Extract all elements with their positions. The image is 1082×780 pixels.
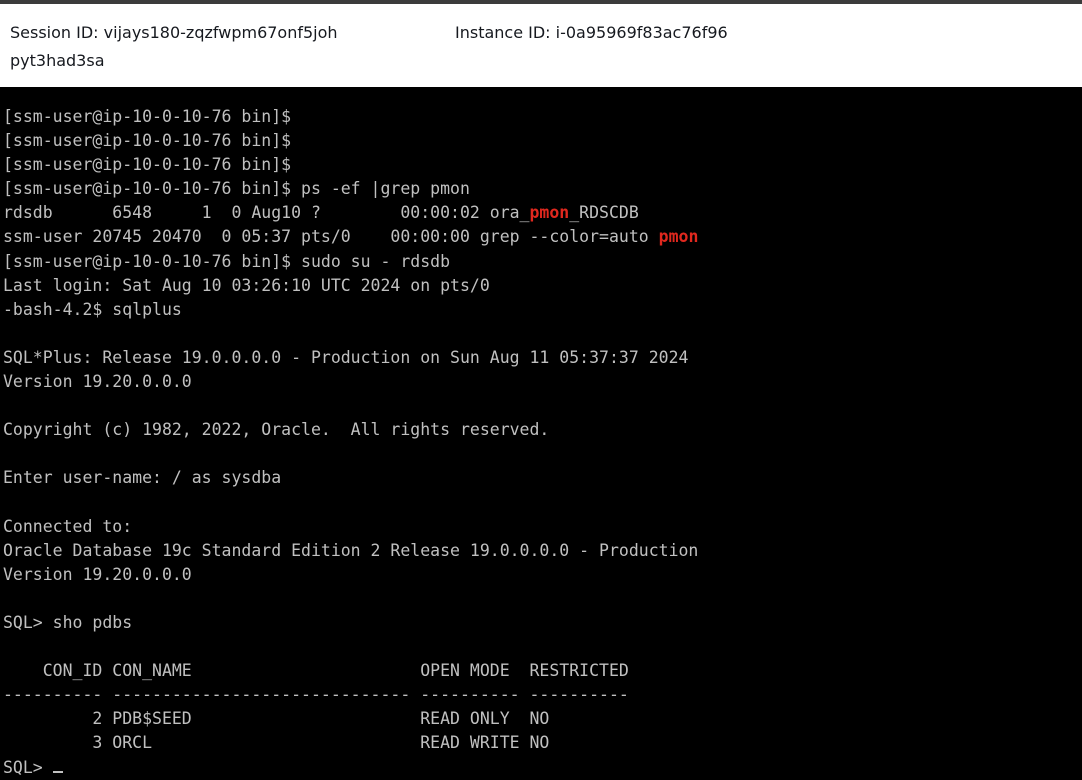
terminal-line: ssm-user 20745 20470 0 05:37 pts/0 00:00… xyxy=(3,227,699,247)
terminal-window[interactable]: [ssm-user@ip-10-0-10-76 bin]$ [ssm-user@i… xyxy=(0,87,1082,780)
terminal-line: SQL> sho pdbs xyxy=(3,612,133,632)
terminal-cursor xyxy=(52,770,63,773)
terminal-line: 2 PDB$SEED READ ONLY NO xyxy=(3,709,550,729)
session-id-label: Session ID: vijays180-zqzfwpm67onf5johpy… xyxy=(10,23,338,70)
terminal-line: [ssm-user@ip-10-0-10-76 bin]$ sudo su - … xyxy=(3,251,451,271)
session-header: Session ID: vijays180-zqzfwpm67onf5johpy… xyxy=(0,0,1082,87)
terminal-line: [ssm-user@ip-10-0-10-76 bin]$ xyxy=(3,131,292,151)
terminal-line: Connected to: xyxy=(3,516,133,536)
terminal-line: ---------- -----------------------------… xyxy=(3,685,629,705)
terminal-line: Oracle Database 19c Standard Edition 2 R… xyxy=(3,540,699,560)
grep-match-highlight: pmon xyxy=(658,227,699,247)
instance-id-label: Instance ID: i-0a95969f83ac76f96 xyxy=(455,23,728,42)
terminal-line: -bash-4.2$ sqlplus xyxy=(3,299,182,319)
terminal-line: Copyright (c) 1982, 2022, Oracle. All ri… xyxy=(3,420,550,440)
terminal-line: Version 19.20.0.0.0 xyxy=(3,372,192,392)
terminal-line: CON_ID CON_NAME OPEN MODE RESTRICTED xyxy=(3,661,629,681)
terminal-line: Last login: Sat Aug 10 03:26:10 UTC 2024… xyxy=(3,275,490,295)
terminal-line: Enter user-name: / as sysdba xyxy=(3,468,282,488)
terminal-line: [ssm-user@ip-10-0-10-76 bin]$ ps -ef |gr… xyxy=(3,179,470,199)
grep-match-highlight: pmon xyxy=(529,203,570,223)
terminal-line: [ssm-user@ip-10-0-10-76 bin]$ xyxy=(3,107,292,126)
terminal-line: Version 19.20.0.0.0 xyxy=(3,564,192,584)
terminal-line: SQL> xyxy=(3,756,698,780)
terminal-line: rdsdb 6548 1 0 Aug10 ? 00:00:02 ora_pmon… xyxy=(3,203,639,223)
terminal-line: SQL*Plus: Release 19.0.0.0.0 - Productio… xyxy=(3,347,689,367)
terminal-output: [ssm-user@ip-10-0-10-76 bin]$ [ssm-user@i… xyxy=(3,105,698,780)
terminal-line: 3 ORCL READ WRITE NO xyxy=(3,733,550,753)
terminal-line: [ssm-user@ip-10-0-10-76 bin]$ xyxy=(3,155,292,175)
